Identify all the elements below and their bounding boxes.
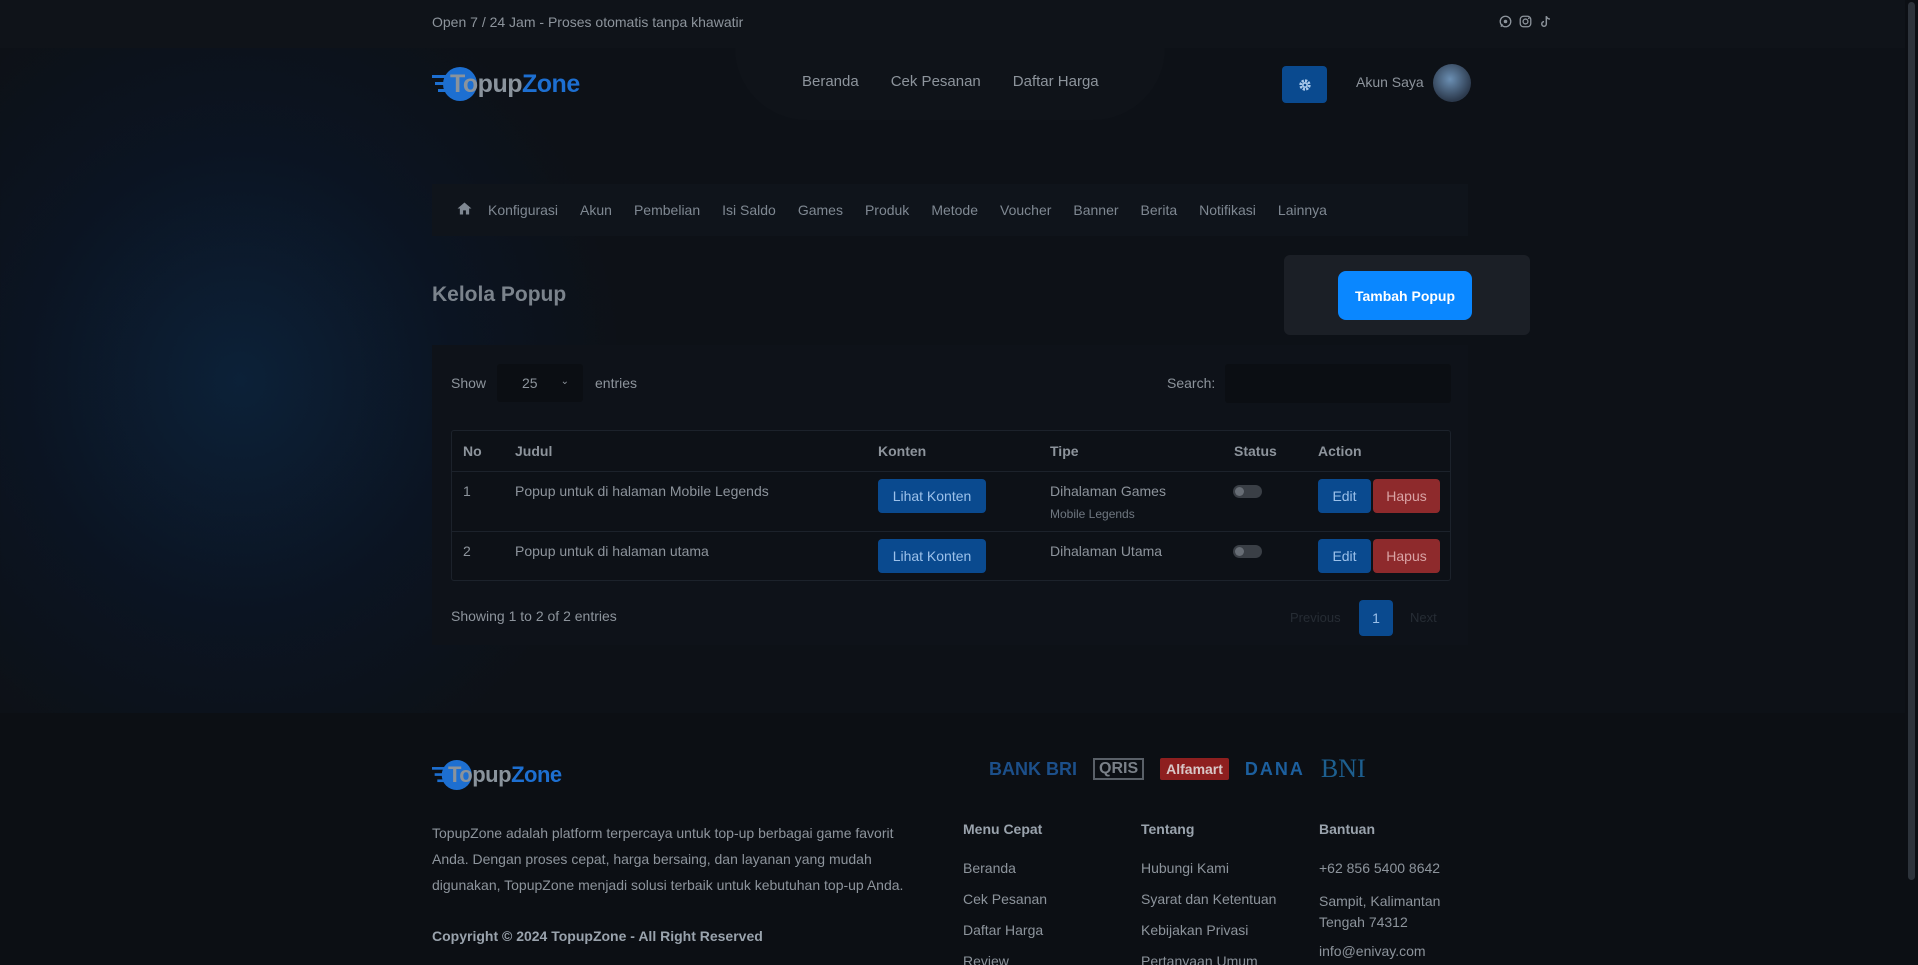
footer-link-faq[interactable]: Pertanyaan Umum [1141,953,1258,965]
payment-alfamart: Alfamart [1160,758,1229,780]
footer-logo-text-topup: Topup [448,762,512,787]
settings-button[interactable] [1282,66,1327,103]
submenu-item-metode[interactable]: Metode [931,202,978,218]
submenu-item-isi-saldo[interactable]: Isi Saldo [722,202,776,218]
add-popup-button[interactable]: Tambah Popup [1338,271,1472,320]
row-2-tipe: Dihalaman Utama [1050,543,1163,559]
submenu-item-pembelian[interactable]: Pembelian [634,202,700,218]
chevron-down-icon: ⌄ [560,376,569,387]
main-nav: Beranda Cek Pesanan Daftar Harga [802,73,1099,90]
footer-link-kebijakan[interactable]: Kebijakan Privasi [1141,922,1248,938]
payment-dana: DANA [1244,758,1305,779]
payment-bni: BNI [1320,754,1366,783]
footer-link-cek-pesanan[interactable]: Cek Pesanan [963,891,1047,907]
avatar[interactable] [1433,64,1471,102]
column-header-status[interactable]: Status [1234,443,1277,459]
submenu-item-banner[interactable]: Banner [1073,202,1118,218]
search-input[interactable] [1225,364,1451,403]
footer-phone[interactable]: +62 856 5400 8642 [1319,860,1440,876]
row-1-tipe-sub: Mobile Legends [1050,507,1135,521]
row-1-judul: Popup untuk di halaman Mobile Legends [515,483,769,499]
submenu-item-konfigurasi[interactable]: Konfigurasi [488,202,558,218]
row-2-no: 2 [463,543,471,559]
pagination-next[interactable]: Next [1410,610,1437,625]
nav-item-cek-pesanan[interactable]: Cek Pesanan [891,73,981,90]
footer-copyright: Copyright © 2024 TopupZone - All Right R… [432,928,763,944]
top-info-bar [0,0,1918,48]
submenu-item-games[interactable]: Games [798,202,843,218]
footer-col-menu-cepat-title: Menu Cepat [963,821,1043,837]
footer-col-bantuan-title: Bantuan [1319,821,1375,837]
search-label: Search: [1167,375,1216,391]
pagination-page-1[interactable]: 1 [1359,600,1393,636]
instagram-icon[interactable] [1519,15,1533,29]
logo-text-zone: Zone [522,69,580,98]
submenu-item-berita[interactable]: Berita [1141,202,1178,218]
nav-item-beranda[interactable]: Beranda [802,73,859,90]
row-1-status-toggle[interactable] [1233,485,1262,498]
payment-qris: QRIS [1093,758,1145,780]
payment-methods: BANK BRI QRIS Alfamart DANA BNI [989,754,1366,784]
row-2-judul: Popup untuk di halaman utama [515,543,709,559]
row-1-no: 1 [463,483,471,499]
entries-select-value: 25 [522,375,538,391]
submenu-item-lainnya[interactable]: Lainnya [1278,202,1327,218]
footer-description: TopupZone adalah platform terpercaya unt… [432,825,904,893]
row-2-view-content-button[interactable]: Lihat Konten [878,539,986,573]
column-header-konten[interactable]: Konten [878,443,926,459]
row-1-tipe: Dihalaman Games [1050,483,1166,499]
footer-logo[interactable]: TopupZone [432,757,562,793]
submenu-item-notifikasi[interactable]: Notifikasi [1199,202,1256,218]
entries-select[interactable]: 25 ⌄ [497,364,583,402]
logo-text-topup: Topup [450,69,523,98]
page-scrollbar[interactable] [1905,0,1918,965]
footer-link-review[interactable]: Review [963,953,1009,965]
page-title: Kelola Popup [432,283,567,306]
site-footer [0,713,1918,965]
footer-address: Sampit, Kalimantan Tengah 74312 [1319,893,1441,930]
row-2-edit-button[interactable]: Edit [1318,539,1371,573]
top-info-text: Open 7 / 24 Jam - Proses otomatis tanpa … [432,14,744,30]
footer-link-syarat[interactable]: Syarat dan Ketentuan [1141,891,1276,907]
gear-icon [1298,78,1311,91]
submenu-item-voucher[interactable]: Voucher [1000,202,1051,218]
payment-bank-bri: BANK BRI [989,758,1077,779]
footer-link-hubungi-kami[interactable]: Hubungi Kami [1141,860,1229,876]
footer-col-tentang-title: Tentang [1141,821,1195,837]
home-icon[interactable] [457,202,472,218]
tiktok-icon[interactable] [1539,15,1553,29]
whatsapp-icon[interactable] [1499,15,1513,29]
column-header-tipe[interactable]: Tipe [1050,443,1079,459]
submenu-item-produk[interactable]: Produk [865,202,909,218]
account-label[interactable]: Akun Saya [1356,74,1424,90]
header-divider [452,471,1450,472]
row-1-edit-button[interactable]: Edit [1318,479,1371,513]
row-1-delete-button[interactable]: Hapus [1373,479,1440,513]
social-links [1499,15,1553,29]
footer-logo-text-zone: Zone [511,762,562,787]
row-divider [452,531,1450,532]
row-2-status-toggle[interactable] [1233,545,1262,558]
scrollbar-thumb[interactable] [1908,2,1915,880]
footer-link-daftar-harga[interactable]: Daftar Harga [963,922,1043,938]
column-header-no[interactable]: No [463,443,482,459]
nav-item-daftar-harga[interactable]: Daftar Harga [1013,73,1099,90]
column-header-action[interactable]: Action [1318,443,1362,459]
row-2-delete-button[interactable]: Hapus [1373,539,1440,573]
show-label: Show [451,375,487,391]
submenu-item-akun[interactable]: Akun [580,202,612,218]
column-header-judul[interactable]: Judul [515,443,552,459]
entries-label: entries [595,375,638,391]
table-info: Showing 1 to 2 of 2 entries [451,608,617,624]
row-1-view-content-button[interactable]: Lihat Konten [878,479,986,513]
site-logo[interactable]: TopupZone [432,64,580,104]
admin-submenu: Konfigurasi Akun Pembelian Isi Saldo Gam… [432,184,1468,236]
footer-email[interactable]: info@enivay.com [1319,943,1426,959]
footer-link-beranda[interactable]: Beranda [963,860,1016,876]
pagination-previous[interactable]: Previous [1290,610,1341,625]
